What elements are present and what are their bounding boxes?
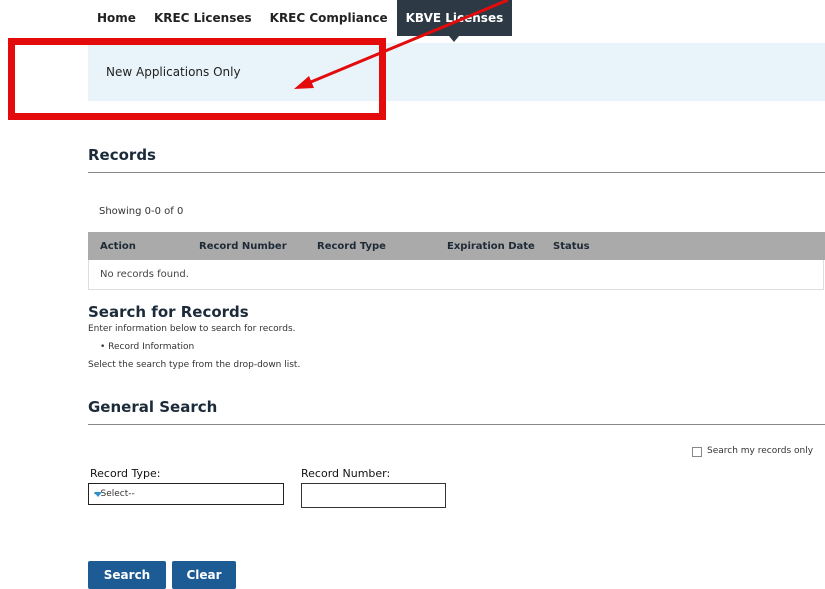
general-search-heading: General Search [88, 398, 218, 416]
no-records-message: No records found. [100, 269, 189, 280]
records-table-empty-row: No records found. [88, 260, 824, 290]
search-intro: Enter information below to search for re… [88, 324, 296, 334]
record-number-input[interactable] [301, 483, 446, 508]
records-heading: Records [88, 146, 156, 164]
search-bullet-record-information: • Record Information [100, 342, 195, 352]
nav-krec-licenses[interactable]: KREC Licenses [145, 0, 261, 36]
records-count: Showing 0-0 of 0 [99, 206, 184, 217]
record-number-label: Record Number: [301, 467, 391, 480]
nav-krec-compliance[interactable]: KREC Compliance [261, 0, 397, 36]
general-search-divider [88, 424, 825, 425]
record-type-select[interactable]: --Select-- [88, 483, 284, 505]
nav-home[interactable]: Home [88, 0, 145, 36]
col-expiration-date[interactable]: Expiration Date [447, 241, 535, 252]
search-button[interactable]: Search [88, 561, 166, 589]
nav-kbve-licenses[interactable]: KBVE Licenses [396, 0, 513, 42]
col-action[interactable]: Action [100, 241, 136, 252]
col-status[interactable]: Status [553, 241, 590, 252]
search-my-records-label: Search my records only [707, 446, 814, 456]
records-table-header: Action Record Number Record Type Expirat… [88, 232, 825, 260]
top-nav: Home KREC Licenses KREC Compliance KBVE … [88, 0, 513, 42]
active-tab-caret-icon [449, 36, 460, 42]
search-my-records-checkbox[interactable] [692, 447, 702, 457]
col-record-type[interactable]: Record Type [317, 241, 386, 252]
clear-button[interactable]: Clear [172, 561, 236, 589]
search-heading: Search for Records [88, 303, 249, 321]
records-divider [88, 172, 825, 173]
col-record-number[interactable]: Record Number [199, 241, 287, 252]
dropdown-caret-icon [94, 492, 102, 497]
nav-kbve-licenses-label: KBVE Licenses [405, 11, 504, 25]
record-type-label: Record Type: [90, 467, 161, 480]
banner-text: New Applications Only [106, 65, 241, 79]
search-instruction: Select the search type from the drop-dow… [88, 360, 301, 370]
